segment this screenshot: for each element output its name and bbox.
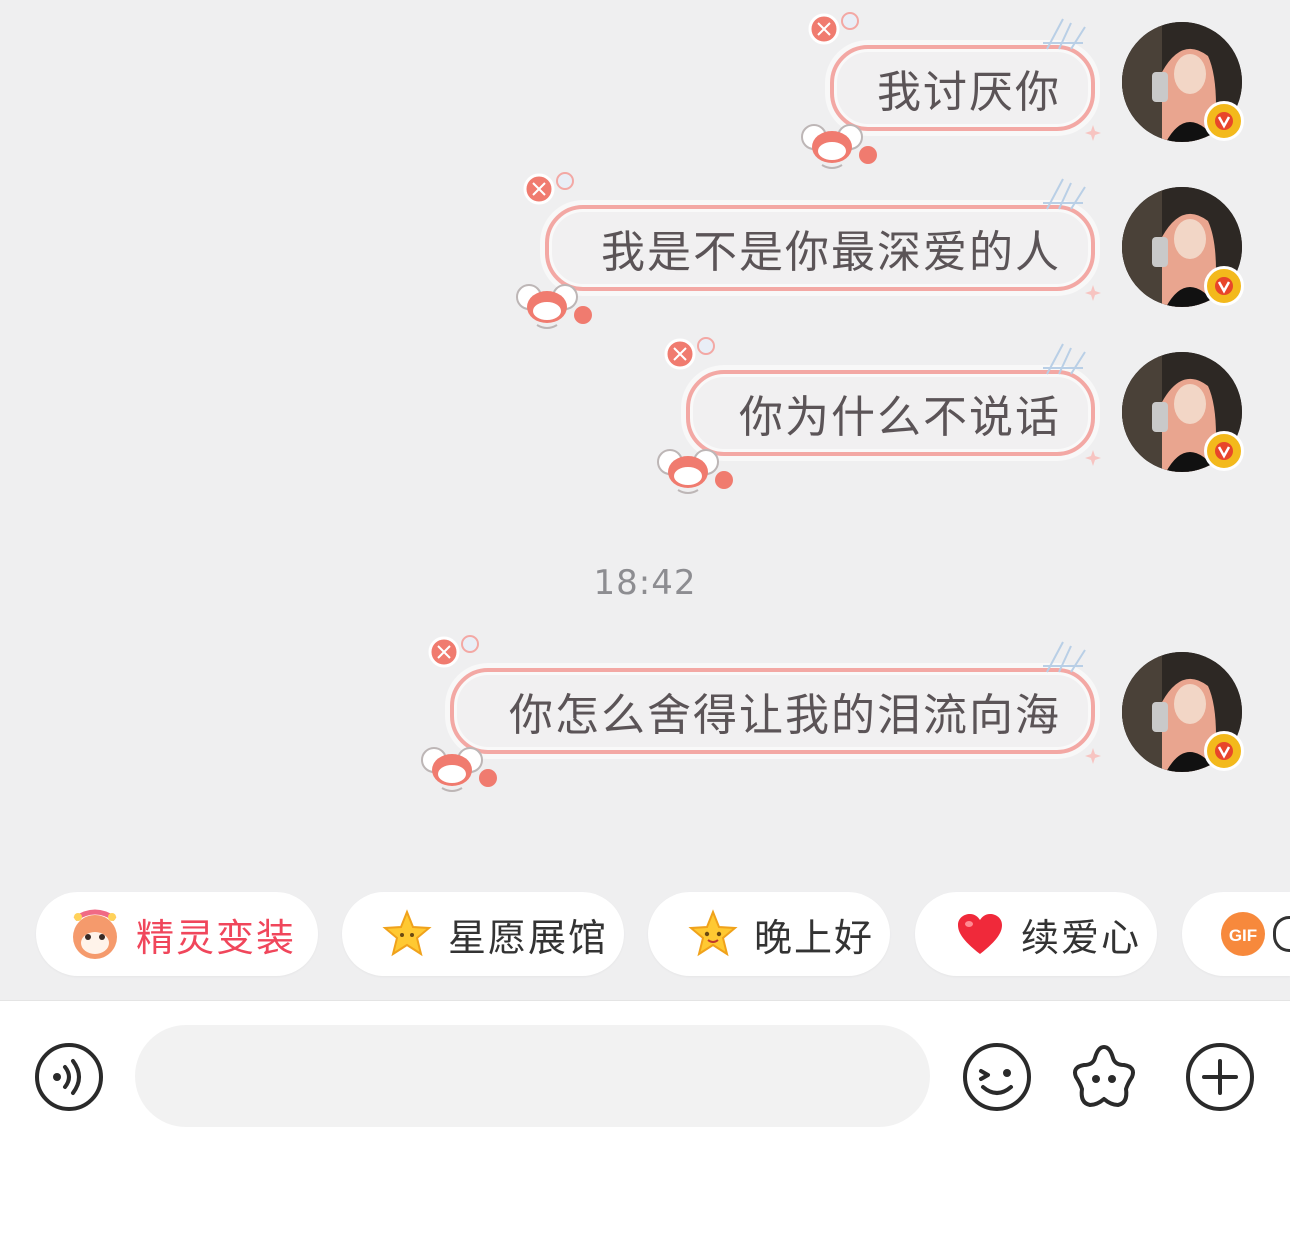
sparkle-icon	[1043, 18, 1086, 50]
quick-action-star-gallery[interactable]: 星愿展馆	[342, 892, 624, 976]
quick-action-sprite-costume[interactable]: 精灵变装	[36, 892, 318, 976]
star-sparkle-icon	[1085, 748, 1101, 764]
sparkle-icon	[1043, 641, 1086, 673]
bunny-sticker-icon	[421, 747, 497, 792]
star-icon	[378, 905, 436, 963]
smiling-star-icon	[684, 905, 742, 963]
vip-badge-icon	[1204, 101, 1244, 141]
quick-action-label: 续爱心	[1021, 915, 1142, 960]
quick-action-gif[interactable]: GIF	[1182, 892, 1290, 976]
quick-action-renew-heart[interactable]: 续爱心	[915, 892, 1157, 976]
message-text: 你为什么不说话	[739, 392, 1061, 443]
message-bubble[interactable]: 我讨厌你	[801, 12, 1101, 169]
sparkle-icon	[1043, 343, 1086, 375]
message-input[interactable]	[135, 1025, 930, 1127]
quick-action-label: 星愿展馆	[448, 915, 609, 960]
star-sparkle-icon	[1085, 125, 1101, 141]
svg-text:GIF: GIF	[1229, 926, 1257, 945]
message-timestamp: 18:42	[593, 563, 697, 603]
tomato-sticker-icon	[664, 337, 715, 370]
tomato-sticker-icon	[808, 12, 859, 45]
plus-icon[interactable]	[1184, 1041, 1256, 1113]
tomato-sticker-icon	[523, 172, 574, 205]
sprite-costume-icon	[66, 905, 124, 963]
sparkle-icon	[1043, 178, 1086, 210]
gif-icon: GIF	[1218, 905, 1267, 963]
sticker-star-icon[interactable]	[1068, 1041, 1140, 1113]
input-bar	[0, 1000, 1290, 1253]
message-bubble[interactable]: 你为什么不说话	[657, 337, 1101, 494]
bunny-sticker-icon	[801, 124, 877, 169]
vip-badge-icon	[1204, 731, 1244, 771]
heart-icon	[951, 905, 1009, 963]
star-sparkle-icon	[1085, 285, 1101, 301]
quick-action-label: 精灵变装	[136, 915, 297, 960]
message-text: 我是不是你最深爱的人	[601, 227, 1061, 278]
quick-action-good-evening[interactable]: 晚上好	[648, 892, 890, 976]
quick-actions-bar: 精灵变装 星愿展馆 晚上好 续爱心 GIF	[0, 892, 1290, 976]
voice-icon[interactable]	[33, 1041, 105, 1113]
vip-badge-icon	[1204, 431, 1244, 471]
tomato-sticker-icon	[428, 635, 479, 668]
message-text: 我讨厌你	[877, 67, 1061, 118]
star-sparkle-icon	[1085, 450, 1101, 466]
bunny-sticker-icon	[516, 284, 592, 329]
bunny-sticker-icon	[657, 449, 733, 494]
message-bubble[interactable]: 我是不是你最深爱的人	[516, 172, 1101, 329]
cut-off-glyph	[1273, 916, 1290, 952]
emoji-icon[interactable]	[961, 1041, 1033, 1113]
message-text: 你怎么舍得让我的泪流向海	[509, 690, 1061, 741]
vip-badge-icon	[1204, 266, 1244, 306]
message-bubble[interactable]: 你怎么舍得让我的泪流向海	[421, 635, 1101, 792]
chat-area: 我讨厌你 我是不是你最深爱的人 你为什么不说话 18:42 你怎么舍得让我的泪流…	[0, 0, 1290, 1000]
quick-action-label: 晚上好	[754, 915, 875, 960]
